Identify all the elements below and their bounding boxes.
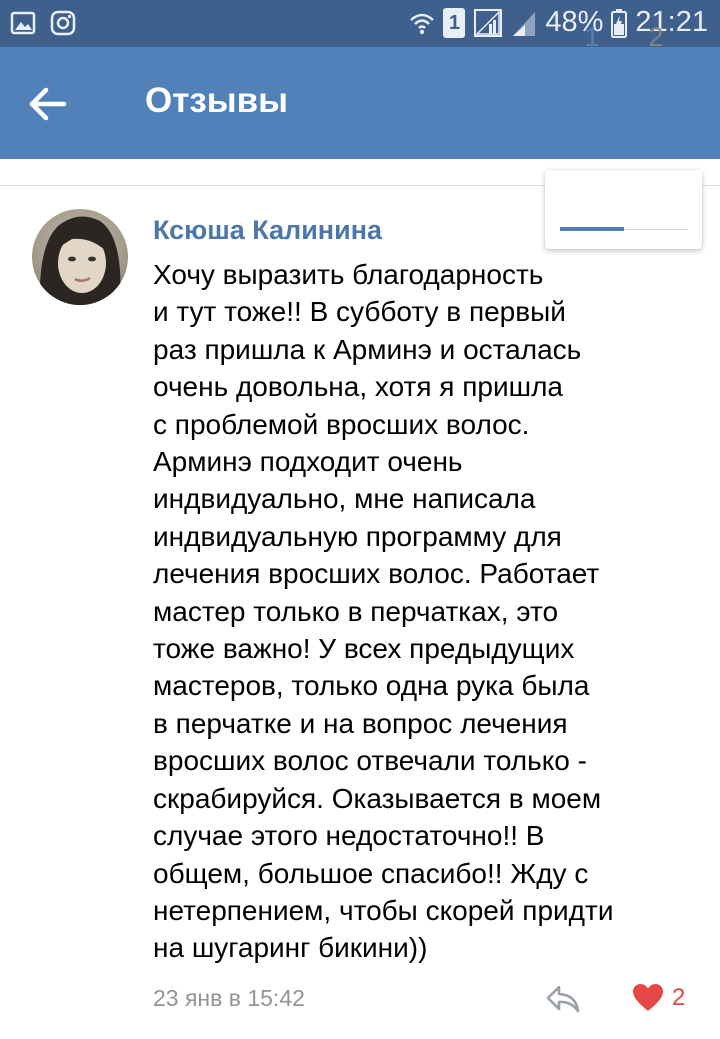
app-header: Отзывы bbox=[0, 47, 720, 159]
arrow-left-icon bbox=[29, 87, 67, 121]
comment-line: мастеров, только одна рука была bbox=[153, 670, 590, 702]
page-1-button[interactable]: 1 bbox=[562, 22, 622, 53]
comment-line: скрабируйся. Оказывается в моем bbox=[153, 782, 602, 814]
like-button[interactable]: 2 bbox=[632, 983, 685, 1013]
signal-icon bbox=[513, 11, 536, 36]
image-icon bbox=[10, 11, 36, 35]
sim-badge: 1 bbox=[448, 11, 460, 34]
instagram-icon bbox=[50, 10, 76, 36]
comment-line: с проблемой вросших волос. bbox=[153, 408, 530, 440]
comment-line: Хочу выразить благодарность bbox=[153, 259, 544, 290]
page-title: Отзывы bbox=[145, 81, 289, 120]
page-2-button[interactable]: 2 bbox=[626, 22, 686, 53]
back-button[interactable] bbox=[22, 79, 72, 129]
comment-text: Хочу выразить благодарность и тут тоже!!… bbox=[153, 256, 713, 967]
comment-line: в перчатке и на вопрос лечения bbox=[153, 707, 568, 739]
comment-line: тоже важно! У всех предыдущих bbox=[153, 633, 575, 665]
comment-line: Арминэ подходит очень bbox=[153, 446, 463, 478]
comment-date: 23 янв в 15:42 bbox=[153, 985, 305, 1011]
comment-line: общем, большое спасибо!! Жду с bbox=[153, 857, 589, 889]
comment-line: лечения вросших волос. Работает bbox=[153, 558, 600, 590]
avatar[interactable] bbox=[32, 209, 128, 305]
comment-line: раз пришла к Арминэ и осталась bbox=[153, 333, 582, 365]
comment-line: индвидуальную программу для bbox=[153, 520, 562, 552]
comment-line: случае этого недостаточно!! В bbox=[153, 820, 545, 852]
pagination bbox=[545, 170, 702, 249]
comment-line: нетерпением, чтобы скорей придти bbox=[153, 894, 614, 926]
comment-line: индвидуально, мне написала bbox=[153, 483, 536, 515]
comment-line: вросших волос отвечали только - bbox=[153, 745, 587, 777]
pagination-active-indicator bbox=[560, 227, 624, 231]
comment-author[interactable]: Ксюша Калинина bbox=[153, 215, 382, 246]
heart-icon bbox=[633, 984, 663, 1011]
comment-line: очень довольна, хотя я пришла bbox=[153, 371, 563, 403]
comment-line: и тут тоже!! В субботу в первый bbox=[153, 296, 566, 328]
comment-line: на шугаринг бикини)) bbox=[153, 932, 428, 964]
comment-line: мастер только в перчатках, это bbox=[153, 595, 559, 627]
reply-button[interactable] bbox=[545, 982, 581, 1016]
sim-icon: 1 bbox=[443, 7, 466, 38]
signal-icon bbox=[474, 8, 503, 37]
wifi-icon bbox=[410, 13, 435, 34]
like-count: 2 bbox=[672, 984, 686, 1011]
reply-icon bbox=[546, 985, 580, 1013]
